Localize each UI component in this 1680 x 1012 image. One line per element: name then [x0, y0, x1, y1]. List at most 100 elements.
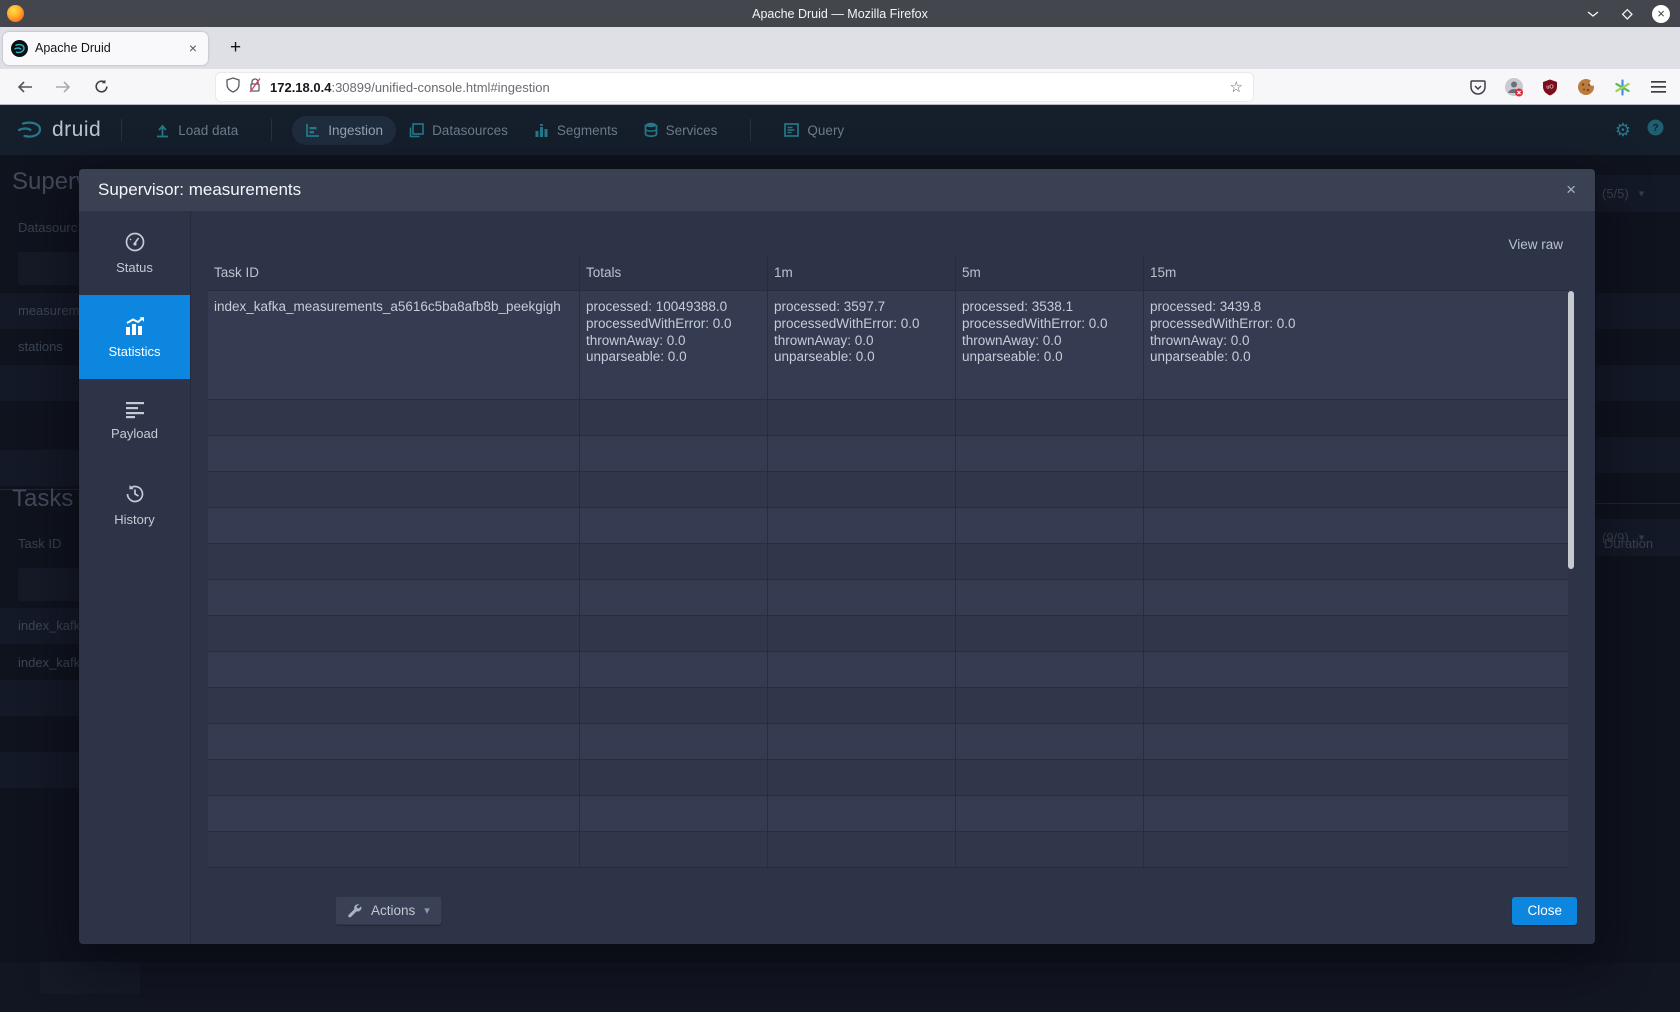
cell-15m: processed: 3439.8 processedWithError: 0.… — [1144, 291, 1568, 399]
nav-item-ingestion[interactable]: Ingestion — [292, 116, 396, 145]
statistics-table: Task ID Totals 1m 5m 15m index_kafka_mea… — [208, 255, 1568, 868]
tab-close-icon[interactable]: × — [186, 40, 200, 56]
chevron-down-icon — [1639, 187, 1645, 200]
url-bar[interactable]: 172.18.0.4:30899/unified-console.html#in… — [216, 73, 1253, 101]
table-row-empty — [208, 796, 1568, 832]
pocket-icon[interactable] — [1468, 77, 1488, 97]
url-text[interactable]: 172.18.0.4:30899/unified-console.html#in… — [270, 80, 1222, 95]
menu-hamburger-icon[interactable] — [1648, 77, 1668, 97]
window-maximize-icon[interactable] — [1618, 5, 1636, 23]
table-header-row: Task ID Totals 1m 5m 15m — [208, 255, 1568, 291]
task-row[interactable]: index_kafk — [18, 618, 80, 633]
table-row-empty — [208, 760, 1568, 796]
supervisor-dialog: Supervisor: measurements × Status Statis… — [79, 169, 1595, 944]
stats-table-rows: index_kafka_measurements_a5616c5ba8afb8b… — [208, 291, 1568, 868]
shield-icon[interactable] — [226, 77, 240, 98]
account-icon[interactable] — [1504, 77, 1524, 97]
nav-item-segments[interactable]: Segments — [521, 116, 631, 145]
firefox-icon — [7, 5, 24, 22]
table-scrollbar[interactable] — [1568, 291, 1574, 569]
window-titlebar: Apache Druid — Mozilla Firefox × — [0, 0, 1680, 27]
supervisors-heading: Superv — [12, 168, 88, 196]
nav-item-query[interactable]: Query — [771, 116, 857, 145]
nav-item-datasources[interactable]: Datasources — [396, 116, 521, 145]
druid-header: druid Load data Ingestion Datasources Se… — [0, 105, 1680, 155]
table-row-empty — [208, 472, 1568, 508]
window-minimize-icon[interactable] — [1584, 5, 1602, 23]
browser-toolbar: 172.18.0.4:30899/unified-console.html#in… — [0, 69, 1680, 105]
actions-button[interactable]: Actions — [335, 896, 442, 925]
tab-status[interactable]: Status — [79, 211, 190, 295]
settings-gear-icon[interactable]: ⚙ — [1615, 120, 1631, 141]
bookmark-star-icon[interactable]: ☆ — [1230, 78, 1243, 96]
ingestion-icon — [305, 123, 320, 138]
upload-icon — [155, 123, 170, 138]
svg-text:uO: uO — [1546, 84, 1554, 90]
cell-1m: processed: 3597.7 processedWithError: 0.… — [768, 291, 956, 399]
tasks-heading: Tasks — [12, 485, 73, 513]
task-row[interactable]: index_kafk — [18, 655, 80, 670]
history-icon — [124, 483, 146, 505]
table-row-empty — [208, 688, 1568, 724]
column-header-totals[interactable]: Totals — [580, 255, 768, 290]
druid-logo-icon — [16, 120, 44, 140]
druid-console-page: Superv Datasourc measurem stations Tasks… — [0, 155, 1680, 1012]
datasource-column-header: Datasourc — [18, 220, 77, 235]
nav-item-services[interactable]: Services — [631, 115, 731, 145]
duration-column-header: Duration — [1604, 536, 1653, 551]
dialog-header: Supervisor: measurements × — [79, 169, 1595, 211]
wrench-icon — [347, 903, 362, 918]
tab-payload[interactable]: Payload — [79, 379, 190, 463]
tab-title: Apache Druid — [35, 41, 179, 55]
query-icon — [784, 123, 799, 137]
segments-icon — [534, 123, 549, 138]
table-row: index_kafka_measurements_a5616c5ba8afb8b… — [208, 291, 1568, 400]
supervisors-count-pill[interactable]: (5/5) — [1590, 175, 1680, 212]
dialog-close-icon[interactable]: × — [1562, 179, 1580, 200]
align-left-icon — [124, 401, 146, 419]
table-row-empty — [208, 724, 1568, 760]
tab-history[interactable]: History — [79, 463, 190, 547]
supervisor-row[interactable]: measurem — [18, 303, 79, 318]
cell-5m: processed: 3538.1 processedWithError: 0.… — [956, 291, 1144, 399]
table-row-empty — [208, 616, 1568, 652]
table-row-empty — [208, 400, 1568, 436]
gauge-icon — [124, 231, 146, 253]
tab-statistics[interactable]: Statistics — [79, 295, 190, 379]
supervisor-row[interactable]: stations — [18, 339, 63, 354]
cell-task-id: index_kafka_measurements_a5616c5ba8afb8b… — [208, 291, 580, 399]
task-id-column-header: Task ID — [18, 536, 61, 551]
cookie-icon[interactable] — [1576, 77, 1596, 97]
druid-favicon-icon — [11, 40, 28, 57]
tab-bar: Apache Druid × + — [0, 27, 1680, 69]
chevron-down-icon — [424, 904, 430, 917]
help-icon[interactable]: ? — [1647, 119, 1664, 141]
ublock-icon[interactable]: uO — [1540, 77, 1560, 97]
back-icon[interactable] — [12, 74, 38, 100]
window-close-icon[interactable]: × — [1652, 5, 1670, 23]
druid-logo-text: druid — [52, 118, 101, 142]
browser-tab[interactable]: Apache Druid × — [3, 32, 208, 65]
table-row-empty — [208, 544, 1568, 580]
cell-totals: processed: 10049388.0 processedWithError… — [580, 291, 768, 399]
table-row-empty — [208, 436, 1568, 472]
window-title: Apache Druid — Mozilla Firefox — [0, 7, 1680, 21]
chart-icon — [123, 315, 147, 337]
new-tab-button[interactable]: + — [222, 35, 249, 61]
column-header-15m[interactable]: 15m — [1144, 255, 1568, 290]
column-header-5m[interactable]: 5m — [956, 255, 1144, 290]
extension-asterisk-icon[interactable] — [1612, 77, 1632, 97]
column-header-task-id[interactable]: Task ID — [208, 255, 580, 290]
close-button[interactable]: Close — [1512, 897, 1577, 925]
dialog-title: Supervisor: measurements — [98, 180, 301, 200]
lock-insecure-icon[interactable] — [248, 77, 262, 98]
svg-text:?: ? — [1652, 123, 1658, 134]
reload-icon[interactable] — [88, 74, 114, 100]
column-header-1m[interactable]: 1m — [768, 255, 956, 290]
table-row-empty — [208, 508, 1568, 544]
druid-logo[interactable]: druid — [16, 118, 101, 142]
nav-item-load-data[interactable]: Load data — [142, 116, 251, 145]
services-icon — [644, 122, 658, 138]
forward-icon[interactable] — [50, 74, 76, 100]
view-raw-link[interactable]: View raw — [1508, 237, 1563, 252]
